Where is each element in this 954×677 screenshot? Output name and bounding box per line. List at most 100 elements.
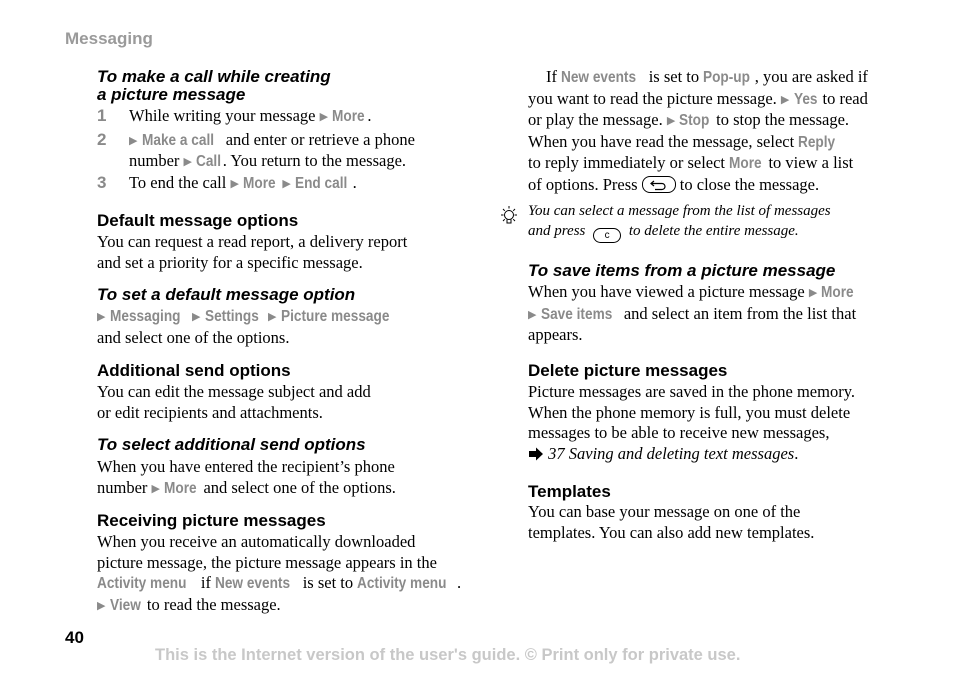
- popup-paragraph: If New events is set to Pop-up, you are …: [528, 67, 908, 195]
- menu-end-call: End call: [294, 174, 348, 192]
- arrow-right-icon: ▶: [267, 311, 277, 323]
- step-text: ▶ Make a call and enter or retrieve a ph…: [129, 130, 479, 173]
- menu-save-items: Save items: [540, 305, 612, 323]
- text-line: When you have viewed a picture message ▶…: [528, 282, 908, 304]
- text: Picture messages are saved in the phone …: [528, 382, 855, 401]
- step-2: 2 ▶ Make a call and enter or retrieve a …: [97, 130, 477, 171]
- cross-reference-link[interactable]: 37 Saving and deleting text messages: [548, 444, 794, 463]
- tip-text: You can select a message from the list o…: [528, 201, 908, 243]
- text: or edit recipients and attachments.: [97, 402, 323, 422]
- receiving-body: When you receive an automatically downlo…: [97, 532, 477, 616]
- text: to view a list: [768, 153, 854, 172]
- menu-messaging: Messaging: [109, 308, 181, 325]
- text: , you are asked if: [754, 67, 868, 86]
- text-line: If New events is set to Pop-up, you are …: [528, 67, 908, 89]
- text-line: ▶ Save items and select an item from the…: [528, 304, 908, 326]
- text-line: ▶ View to read the message.: [97, 595, 477, 617]
- menu-reply: Reply: [798, 133, 836, 151]
- tip-bulb-icon: [498, 204, 520, 233]
- text: To end the call: [129, 172, 227, 192]
- menu-stop: Stop: [679, 112, 710, 129]
- arrow-right-icon: ▶: [191, 311, 201, 323]
- section-header: Messaging: [65, 29, 153, 48]
- text: to read the message.: [146, 594, 281, 614]
- text-line: 37 Saving and deleting text messages.: [528, 444, 908, 467]
- text-line: and press c to delete the entire message…: [528, 221, 908, 243]
- templates-heading: Templates: [528, 482, 611, 501]
- text: messages to be able to receive new messa…: [528, 423, 830, 442]
- arrow-right-icon: ▶: [282, 177, 291, 190]
- step-number: 2: [97, 129, 107, 149]
- text-line: you want to read the picture message. ▶ …: [528, 89, 908, 111]
- text: . You return to the message.: [222, 151, 407, 170]
- save-items-title: To save items from a picture message: [528, 261, 836, 280]
- delete-heading: Delete picture messages: [528, 361, 728, 380]
- additional-send-heading: Additional send options: [97, 361, 291, 380]
- arrow-right-icon: ▶: [319, 111, 329, 123]
- text: and select an item from the list that: [623, 303, 857, 323]
- call-while-creating-title: To make a call while creating a picture …: [97, 68, 331, 104]
- step-text: While writing your message ▶ More.: [129, 106, 372, 128]
- text: and select one of the options.: [97, 327, 290, 347]
- menu-more: More: [332, 108, 365, 125]
- arrow-right-icon: ▶: [97, 599, 106, 612]
- default-options-body: You can request a read report, a deliver…: [97, 232, 407, 273]
- text: to close the message.: [679, 174, 820, 194]
- menu-yes: Yes: [793, 90, 818, 108]
- text: You can request a read report, a deliver…: [97, 232, 408, 251]
- set-default-option-body: ▶ Messaging ▶ Settings ▶ Picture message…: [97, 306, 402, 348]
- text: if: [200, 573, 211, 592]
- text: is set to: [302, 573, 354, 592]
- text: and press: [528, 223, 586, 239]
- arrow-right-icon: ▶: [808, 287, 818, 299]
- text: While writing your message: [129, 106, 316, 125]
- footer-notice: This is the Internet version of the user…: [155, 646, 741, 664]
- step-number: 1: [97, 106, 107, 125]
- menu-more: More: [164, 479, 197, 497]
- menu-more: More: [243, 174, 276, 192]
- text: .: [352, 172, 357, 192]
- text: When you receive an automatically downlo…: [97, 532, 416, 551]
- text: and set a priority for a specific messag…: [97, 252, 363, 272]
- call-steps: 1 While writing your message ▶ More. 2 ▶…: [97, 106, 477, 193]
- set-default-option-title: To set a default message option: [97, 285, 356, 304]
- text-line: When you have read the message, select R…: [528, 132, 908, 154]
- text: to read: [822, 88, 868, 108]
- arrow-right-icon: ▶: [129, 134, 138, 147]
- text: number: [129, 151, 180, 170]
- select-additional-title: To select additional send options: [97, 435, 366, 454]
- step-text: To end the call ▶ More ▶ End call.: [129, 173, 357, 195]
- arrow-right-icon: ▶: [666, 115, 676, 127]
- text: When you have read the message, select: [528, 131, 795, 151]
- menu-settings: Settings: [204, 308, 259, 325]
- step-1: 1 While writing your message ▶ More.: [97, 106, 477, 127]
- text: and enter or retrieve a phone: [225, 129, 415, 149]
- text: templates. You can also add new template…: [528, 522, 815, 542]
- text-line: of options. Press to close the message.: [528, 175, 908, 196]
- text: .: [457, 573, 462, 592]
- text-line: or play the message. ▶ Stop to stop the …: [528, 110, 908, 132]
- text: .: [367, 106, 372, 125]
- select-additional-body: When you have entered the recipient’s ph…: [97, 457, 396, 499]
- menu-pop-up: Pop-up: [703, 69, 751, 86]
- receiving-heading: Receiving picture messages: [97, 511, 326, 530]
- menu-activity-menu: Activity menu: [357, 575, 447, 592]
- c-key-icon: c: [593, 228, 622, 243]
- text: When you have viewed a picture message: [528, 282, 805, 301]
- text: number: [97, 477, 148, 497]
- menu-call: Call: [196, 153, 222, 170]
- menu-picture-message: Picture message: [280, 308, 390, 325]
- text: to stop the message.: [716, 110, 850, 129]
- arrow-right-icon: ▶: [183, 156, 192, 168]
- text: picture message, the picture message app…: [97, 552, 437, 572]
- text: You can edit the message subject and add: [97, 382, 371, 401]
- title-line-1: To make a call while creating: [97, 67, 331, 86]
- text-line: number ▶ More and select one of the opti…: [97, 478, 396, 500]
- text: you want to read the picture message.: [528, 88, 777, 108]
- arrow-right-icon: ▶: [780, 93, 790, 106]
- additional-send-body: You can edit the message subject and add…: [97, 382, 371, 423]
- text: You can select a message from the list o…: [528, 203, 831, 219]
- menu-path: ▶ Messaging ▶ Settings ▶ Picture message: [97, 306, 402, 328]
- arrow-right-icon: ▶: [528, 308, 537, 321]
- reference-arrow-icon: [528, 446, 544, 467]
